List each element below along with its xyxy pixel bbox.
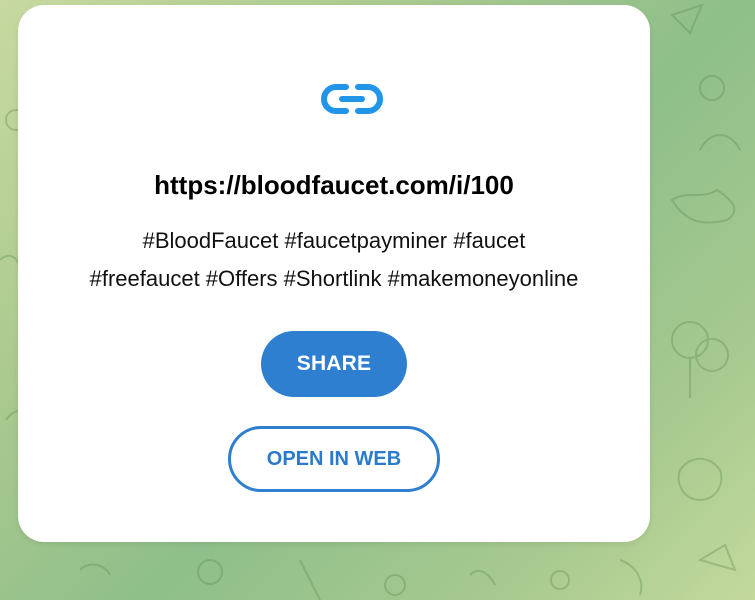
- share-button[interactable]: SHARE: [261, 331, 407, 397]
- hashtags: #BloodFaucet #faucetpayminer #faucet #fr…: [18, 222, 650, 298]
- link-url: https://bloodfaucet.com/i/100: [154, 170, 514, 200]
- link-icon: [321, 84, 383, 114]
- share-link-card: https://bloodfaucet.com/i/100 #BloodFauc…: [18, 5, 650, 542]
- hashtags-line-2: #freefaucet #Offers #Shortlink #makemone…: [89, 266, 579, 291]
- open-in-web-button[interactable]: OPEN IN WEB: [228, 426, 440, 492]
- hashtags-line-1: #BloodFaucet #faucetpayminer #faucet: [142, 228, 526, 253]
